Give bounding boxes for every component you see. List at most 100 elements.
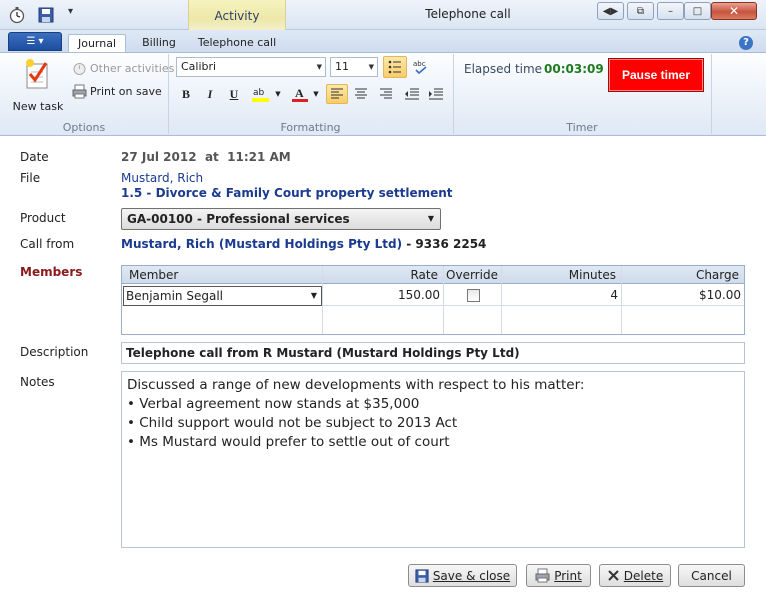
time-text: 11:21 AM [227, 150, 291, 164]
menu-icon: ☰ [26, 36, 36, 47]
chevron-down-icon[interactable]: ▼ [273, 85, 283, 103]
navigate-icon[interactable]: ◀▶ [597, 2, 624, 20]
call-from-contact-link[interactable]: Mustard, Rich (Mustard Holdings Pty Ltd) [121, 237, 402, 251]
chevron-down-icon: ▼ [316, 63, 322, 71]
close-button[interactable]: ✕ [711, 2, 757, 20]
members-table-header: Member Rate Override Minutes Charge [122, 266, 744, 284]
delete-icon [608, 570, 619, 581]
save-icon[interactable] [38, 7, 56, 23]
notes-line: • Ms Mustard would prefer to settle out … [127, 434, 450, 450]
contextual-tab-header: Activity [188, 0, 286, 31]
chevron-down-icon[interactable]: ▼ [311, 85, 321, 103]
pause-timer-button[interactable]: Pause timer [608, 58, 704, 92]
minimize-button[interactable]: – [657, 2, 684, 20]
new-task-label: New task [12, 100, 64, 113]
print-on-save-button[interactable]: Print on save [72, 84, 162, 99]
popout-icon[interactable]: ⧉ [627, 2, 654, 20]
maximize-button[interactable]: □ [684, 2, 711, 20]
align-right-icon[interactable] [376, 85, 396, 103]
highlight-icon[interactable]: ab [250, 85, 272, 103]
members-table: Member Rate Override Minutes Charge Benj… [121, 265, 745, 335]
description-label: Description [20, 345, 89, 359]
file-label: File [20, 171, 41, 185]
save-close-button[interactable]: Save & close [408, 564, 517, 587]
rate-cell[interactable]: 150.00 [322, 288, 440, 302]
table-row[interactable]: Benjamin Segall ▼ 150.00 4 $10.00 [122, 285, 744, 306]
increase-indent-icon[interactable] [426, 85, 446, 103]
printer-icon [535, 568, 550, 583]
column-header-rate[interactable]: Rate [322, 268, 438, 282]
chevron-down-icon: ▼ [368, 63, 374, 71]
formatting-group-label: Formatting [280, 121, 341, 134]
save-close-label: Save & close [432, 568, 511, 583]
tab-journal[interactable]: Journal [68, 34, 126, 54]
date-value: 27 Jul 2012 at 11:21 AM [121, 150, 291, 164]
charge-cell: $10.00 [699, 288, 741, 302]
column-header-member[interactable]: Member [129, 268, 178, 282]
bold-button[interactable]: B [176, 85, 196, 103]
call-from-value: Mustard, Rich (Mustard Holdings Pty Ltd)… [121, 237, 486, 251]
font-family-select[interactable]: Calibri ▼ [176, 57, 326, 77]
elapsed-time-value: 00:03:09 [544, 62, 604, 76]
notes-line: Discussed a range of new developments wi… [127, 377, 585, 393]
member-value: Benjamin Segall [126, 289, 223, 303]
other-activities-button[interactable]: Other activities [72, 61, 174, 76]
notes-line: • Child support would not be subject to … [127, 415, 458, 431]
svg-text:abc: abc [413, 60, 426, 68]
members-label: Members [20, 265, 83, 279]
product-select[interactable]: GA-00100 - Professional services ▼ [121, 208, 441, 230]
date-label: Date [20, 150, 49, 164]
align-left-icon [331, 88, 343, 99]
override-checkbox[interactable] [467, 289, 480, 302]
stopwatch-icon[interactable] [8, 6, 26, 24]
print-button[interactable]: Print [526, 564, 591, 587]
other-activities-label: Other activities [90, 62, 175, 75]
dropdown-arrow-icon: ▾ [38, 36, 44, 47]
bullet-list-button[interactable] [383, 56, 407, 78]
align-left-button[interactable] [326, 84, 348, 104]
italic-button[interactable]: I [200, 85, 220, 103]
font-size-value: 11 [335, 60, 349, 73]
file-menu-button[interactable]: ☰ ▾ [8, 32, 62, 51]
new-task-icon[interactable] [22, 58, 52, 90]
column-header-override[interactable]: Override [444, 268, 500, 282]
cancel-button[interactable]: Cancel [678, 564, 745, 587]
help-icon[interactable]: ? [739, 36, 753, 50]
tab-telephone-call[interactable]: Telephone call [192, 34, 282, 54]
font-color-icon[interactable]: A [290, 85, 310, 103]
date-at-text: at [204, 150, 219, 164]
elapsed-time-label: Elapsed time [464, 62, 543, 76]
call-from-label: Call from [20, 237, 75, 251]
printer-icon [72, 84, 87, 99]
notes-textarea[interactable]: Discussed a range of new developments wi… [121, 371, 745, 548]
print-label: Print [554, 568, 582, 583]
notes-line: • Verbal agreement now stands at $35,000 [127, 396, 420, 412]
chevron-down-icon: ▼ [310, 291, 317, 300]
tab-billing[interactable]: Billing [134, 34, 184, 54]
delete-label: Delete [623, 568, 664, 583]
font-size-select[interactable]: 11 ▼ [330, 57, 378, 77]
description-input[interactable]: Telephone call from R Mustard (Mustard H… [121, 342, 745, 364]
member-select[interactable]: Benjamin Segall ▼ [123, 286, 322, 306]
column-header-charge[interactable]: Charge [622, 268, 739, 282]
stopwatch-icon [73, 63, 86, 75]
print-on-save-label: Print on save [90, 85, 162, 98]
svg-text:ab: ab [253, 88, 265, 98]
product-value: GA-00100 - Professional services [127, 212, 350, 226]
decrease-indent-icon[interactable] [402, 85, 422, 103]
window-title: Telephone call [425, 7, 511, 21]
font-family-value: Calibri [181, 60, 217, 73]
options-group-label: Options [62, 121, 106, 134]
ribbon-group-divider [711, 54, 712, 134]
file-client-link[interactable]: Mustard, Rich [121, 171, 203, 185]
column-header-minutes[interactable]: Minutes [502, 268, 616, 282]
spell-check-icon[interactable]: abc [411, 58, 431, 76]
timer-group-label: Timer [566, 121, 598, 134]
file-matter-link[interactable]: 1.5 - Divorce & Family Court property se… [121, 186, 453, 200]
delete-button[interactable]: Delete [599, 564, 671, 587]
chevron-down-icon: ▼ [427, 214, 434, 223]
customize-toolbar-icon[interactable]: ▾ [68, 6, 73, 17]
align-center-icon[interactable] [351, 85, 371, 103]
underline-button[interactable]: U [224, 85, 244, 103]
minutes-cell[interactable]: 4 [502, 288, 618, 302]
